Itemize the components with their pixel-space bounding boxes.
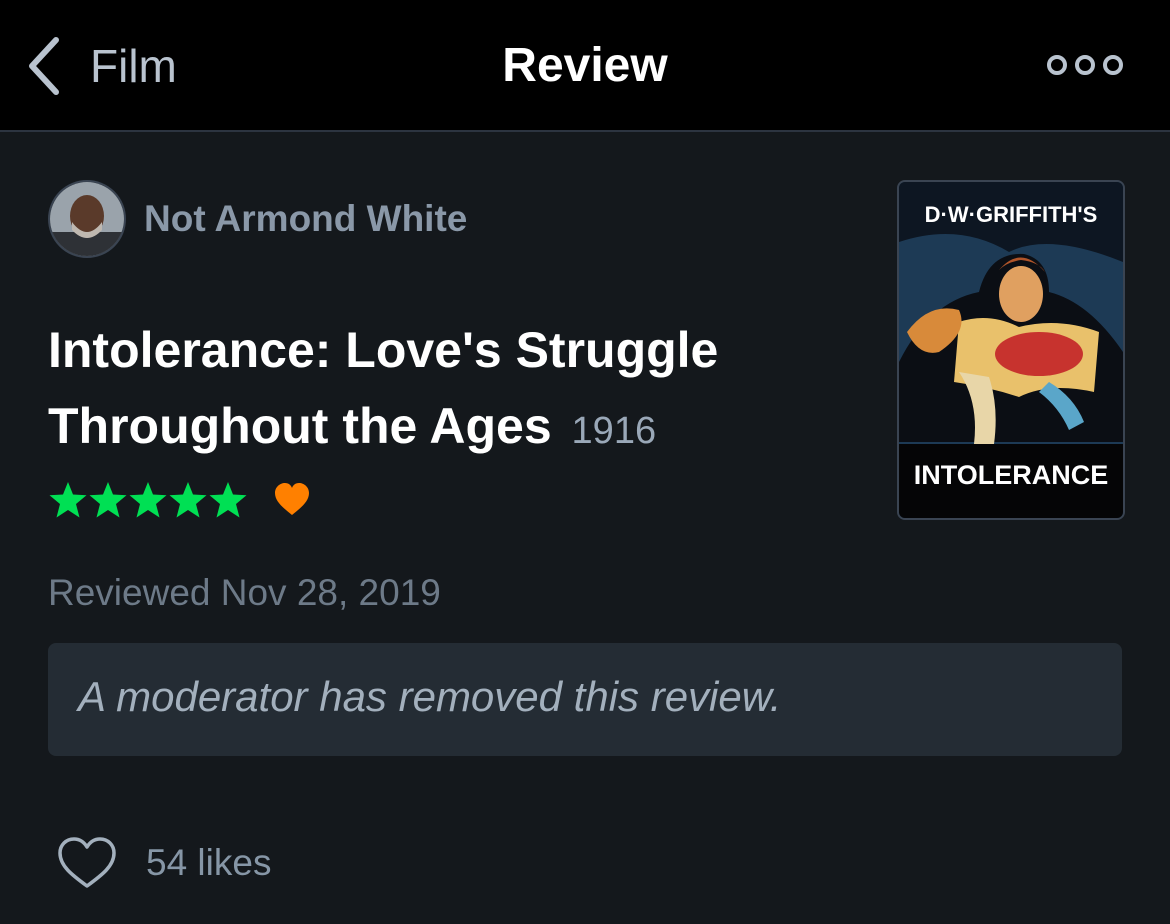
film-title[interactable]: Intolerance: Love's Struggle Throughout … [48,312,848,469]
more-button[interactable] [1040,50,1130,80]
like-button[interactable]: 54 likes [56,836,271,890]
nav-bar: Film Review [0,0,1170,132]
film-poster[interactable]: D·W·GRIFFITH'S INTOLERANCE [897,180,1125,520]
rating-row [48,480,312,520]
likes-count[interactable]: 54 likes [146,842,271,884]
star-icon [209,482,247,518]
more-dots-icon [1047,55,1123,75]
review-body-text: A moderator has removed this review. [78,673,782,720]
heart-outline-icon [58,837,116,888]
page-title: Review [502,39,668,92]
star-icon [129,482,167,518]
author-name[interactable]: Not Armond White [144,198,467,240]
avatar-image [50,182,124,256]
review-date: Reviewed Nov 28, 2019 [48,572,441,613]
avatar[interactable] [48,180,126,258]
star-icon [89,482,127,518]
poster-image: D·W·GRIFFITH'S INTOLERANCE [899,182,1123,518]
poster-top-text: D·W·GRIFFITH'S [925,202,1098,227]
film-year: 1916 [571,410,657,452]
star-icon [49,482,87,518]
poster-bottom-text: INTOLERANCE [914,460,1109,490]
heart-icon [275,483,309,515]
author-row[interactable]: Not Armond White [48,180,467,258]
review-body-box: A moderator has removed this review. [48,643,1122,756]
star-icon [169,482,207,518]
